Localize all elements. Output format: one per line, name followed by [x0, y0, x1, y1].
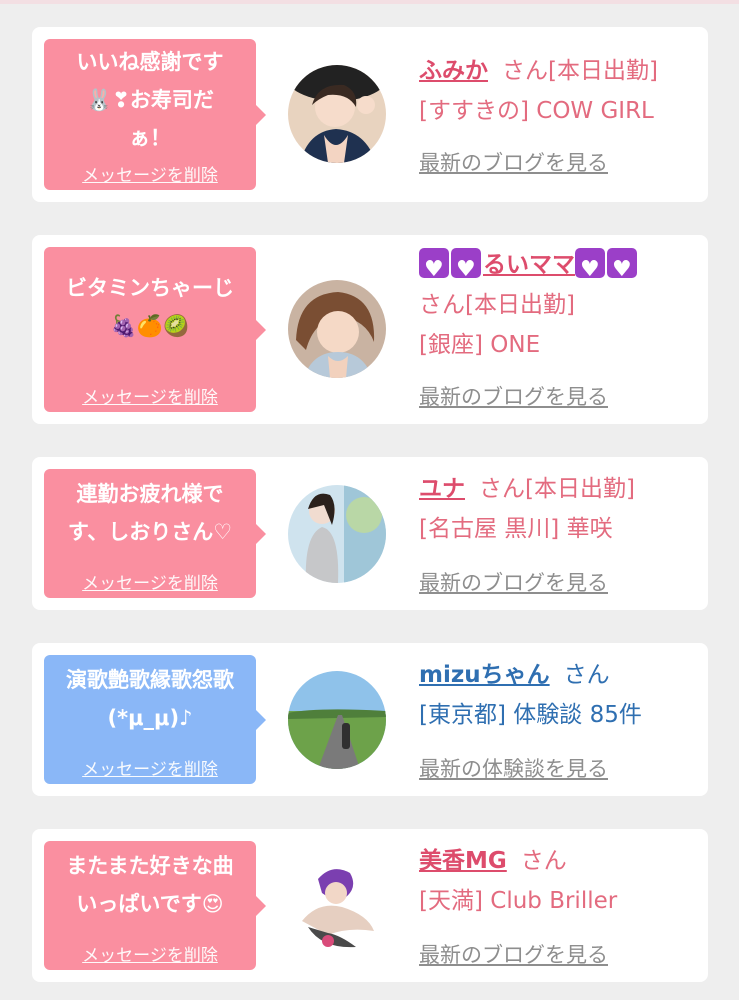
profile-info: mizuちゃん さん [東京都] 体験談 85件	[419, 655, 698, 735]
shop-info: [すすきの] COW GIRL	[419, 98, 654, 124]
profile-name-link[interactable]: ユナ	[419, 476, 465, 502]
profile-name-link[interactable]: ふみか	[419, 58, 488, 84]
profile-name-link[interactable]: 美香MG	[419, 848, 507, 874]
profile-info: 美香MG さん [天満] Club Briller	[419, 841, 698, 921]
avatar[interactable]	[288, 671, 386, 769]
avatar[interactable]	[288, 857, 386, 955]
view-latest-blog-link[interactable]: 最新のブログを見る	[419, 567, 608, 597]
heart-icon	[607, 248, 637, 290]
profile-name-link[interactable]: るいママ	[419, 248, 639, 290]
profile-info: ふみか さん[本日出勤] [すすきの] COW GIRL	[419, 51, 698, 131]
message-bubble: またまた好きな曲 いっぱいです😍 メッセージを削除	[44, 841, 266, 970]
message-card: 演歌艶歌縁歌怨歌 (*μ_μ)♪ メッセージを削除 mizuちゃん さん [東京都…	[32, 643, 708, 796]
shop-info: [名古屋 黒川] 華咲	[419, 516, 613, 542]
view-latest-review-link[interactable]: 最新の体験談を見る	[419, 753, 608, 783]
message-card: 連勤お疲れ様で す、しおりさん♡ メッセージを削除 ユナ さん[本日出勤] [名古…	[32, 457, 708, 610]
message-bubble: いいね感謝です 🐰❣お寿司だ ぁ！ メッセージを削除	[44, 39, 266, 190]
top-divider	[0, 0, 739, 4]
shop-info: [天満] Club Briller	[419, 888, 618, 914]
delete-message-link[interactable]: メッセージを削除	[44, 383, 256, 408]
review-info: [東京都] 体験談 85件	[419, 702, 642, 728]
view-latest-blog-link[interactable]: 最新のブログを見る	[419, 939, 608, 969]
avatar[interactable]	[288, 485, 386, 583]
profile-name-link[interactable]: mizuちゃん	[419, 662, 550, 688]
avatar[interactable]	[288, 65, 386, 163]
avatar[interactable]	[288, 280, 386, 378]
message-text: 演歌艶歌縁歌怨歌 (*μ_μ)♪	[66, 668, 234, 730]
message-text: ビタミンちゃーじ 🍇🍊🥝	[66, 276, 234, 338]
message-bubble: ビタミンちゃーじ 🍇🍊🥝 メッセージを削除	[44, 247, 266, 412]
profile-info: ユナ さん[本日出勤] [名古屋 黒川] 華咲	[419, 469, 698, 549]
message-card: またまた好きな曲 いっぱいです😍 メッセージを削除 美香MG さん [天満] Cl…	[32, 829, 708, 982]
shop-info: [銀座] ONE	[419, 332, 541, 358]
message-bubble: 連勤お疲れ様で す、しおりさん♡ メッセージを削除	[44, 469, 266, 598]
delete-message-link[interactable]: メッセージを削除	[44, 755, 256, 780]
view-latest-blog-link[interactable]: 最新のブログを見る	[419, 381, 608, 411]
delete-message-link[interactable]: メッセージを削除	[44, 941, 256, 966]
heart-icon	[419, 248, 449, 290]
profile-info: るいママ さん[本日出勤] [銀座] ONE	[419, 245, 698, 365]
delete-message-link[interactable]: メッセージを削除	[44, 569, 256, 594]
heart-icon	[451, 248, 481, 290]
message-text: いいね感謝です 🐰❣お寿司だ ぁ！	[76, 50, 224, 150]
message-text: またまた好きな曲 いっぱいです😍	[66, 854, 234, 916]
message-bubble: 演歌艶歌縁歌怨歌 (*μ_μ)♪ メッセージを削除	[44, 655, 266, 784]
view-latest-blog-link[interactable]: 最新のブログを見る	[419, 147, 608, 177]
message-card: ビタミンちゃーじ 🍇🍊🥝 メッセージを削除 るいママ さん[本日出勤] [銀座]…	[32, 235, 708, 424]
message-text: 連勤お疲れ様で す、しおりさん♡	[67, 482, 233, 544]
delete-message-link[interactable]: メッセージを削除	[44, 161, 256, 186]
message-card: いいね感謝です 🐰❣お寿司だ ぁ！ メッセージを削除 ふみか さん[本日出勤] […	[32, 27, 708, 202]
heart-icon	[575, 248, 605, 290]
